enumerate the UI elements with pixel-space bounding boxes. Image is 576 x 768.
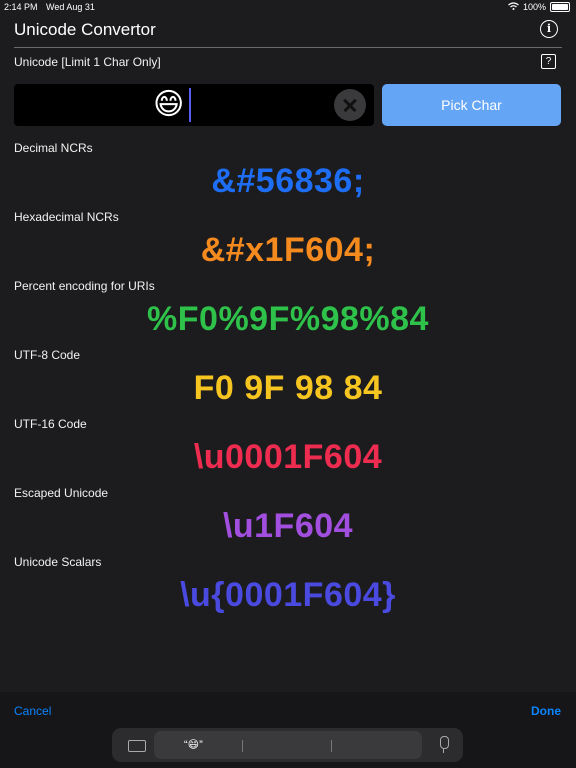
decimal-ncr-label: Decimal NCRs (14, 141, 93, 155)
percent-encoding-label: Percent encoding for URIs (14, 279, 155, 293)
status-bar: 2:14 PM Wed Aug 31 100% (0, 0, 576, 14)
percent-encoding-value: %F0%9F%98%84 (147, 300, 429, 338)
status-time: 2:14 PM (4, 2, 38, 12)
header-divider (14, 47, 562, 48)
hex-ncr-value: &#x1F604; (200, 231, 376, 269)
unicode-char-input[interactable]: 😄 (14, 84, 374, 126)
keyboard-shortcut-bar: “😄” (112, 728, 463, 762)
text-caret (189, 88, 191, 122)
wifi-icon (508, 2, 519, 12)
question-mark-icon[interactable]: ? (541, 54, 556, 69)
unicode-scalars-label: Unicode Scalars (14, 555, 102, 569)
escaped-unicode-label: Escaped Unicode (14, 486, 109, 500)
unicode-scalars-value: \u{0001F604} (180, 576, 396, 614)
utf16-value: \u0001F604 (193, 438, 383, 476)
char-input-value: 😄 (153, 88, 185, 121)
microphone-icon[interactable] (440, 736, 449, 753)
suggestion-divider (242, 740, 243, 752)
utf8-value: F0 9F 98 84 (193, 369, 383, 407)
battery-percent: 100% (522, 2, 546, 12)
escaped-unicode-value: \u1F604 (222, 507, 354, 545)
done-button[interactable]: Done (531, 704, 561, 718)
battery-icon (550, 2, 570, 12)
clear-icon[interactable] (334, 89, 366, 121)
status-date: Wed Aug 31 (46, 2, 95, 12)
pick-char-button[interactable]: Pick Char (382, 84, 561, 126)
decimal-ncr-value: &#56836; (211, 162, 365, 200)
hex-ncr-label: Hexadecimal NCRs (14, 210, 119, 224)
suggestion-item[interactable]: “😄” (184, 738, 203, 751)
suggestion-divider (331, 740, 332, 752)
cancel-button[interactable]: Cancel (14, 704, 51, 718)
utf8-label: UTF-8 Code (14, 348, 81, 362)
info-icon[interactable]: i (540, 20, 558, 38)
keyboard-icon[interactable] (128, 740, 146, 752)
predictive-suggestions: “😄” (154, 731, 422, 759)
page-title: Unicode Convertor (14, 20, 156, 39)
utf16-label: UTF-16 Code (14, 417, 87, 431)
unicode-input-label: Unicode [Limit 1 Char Only] (14, 55, 161, 69)
